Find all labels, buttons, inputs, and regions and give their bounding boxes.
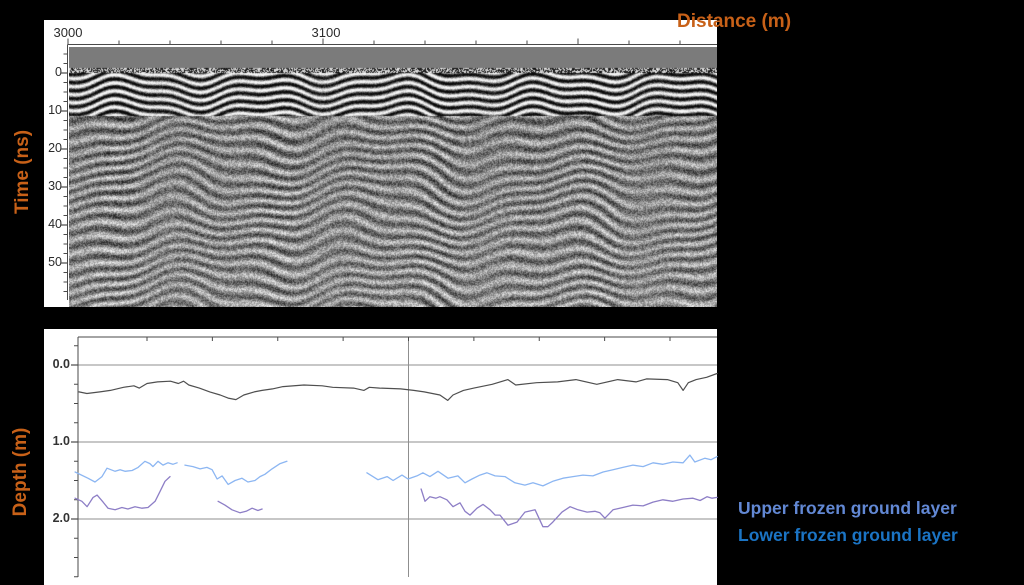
distance-axis-title: Distance (m) — [677, 11, 791, 33]
depth-tick-label-0: 0.0 — [35, 357, 70, 371]
depth-profile-panel — [44, 329, 717, 585]
time-tick-label-40: 40 — [36, 217, 62, 231]
time-axis-title: Time (ns) — [12, 130, 34, 214]
time-tick-label-0: 0 — [36, 65, 62, 79]
time-tick-label-20: 20 — [36, 141, 62, 155]
legend-lower-frozen-layer: Lower frozen ground layer — [738, 522, 958, 549]
depth-tick-label-2: 2.0 — [35, 511, 70, 525]
distance-tick-label-3000: 3000 — [54, 25, 83, 40]
time-tick-label-30: 30 — [36, 179, 62, 193]
legend: Upper frozen ground layer Lower frozen g… — [738, 495, 958, 549]
depth-tick-label-1: 1.0 — [35, 434, 70, 448]
radargram-image — [69, 47, 717, 307]
time-tick-label-50: 50 — [36, 255, 62, 269]
time-tick-label-10: 10 — [36, 103, 62, 117]
depth-axis-title: Depth (m) — [10, 428, 32, 517]
figure-stage: 3000 3100 0 10 20 30 40 50 Distance (m) … — [0, 0, 1024, 585]
distance-tick-label-3100: 3100 — [312, 25, 341, 40]
legend-upper-frozen-layer: Upper frozen ground layer — [738, 495, 958, 522]
